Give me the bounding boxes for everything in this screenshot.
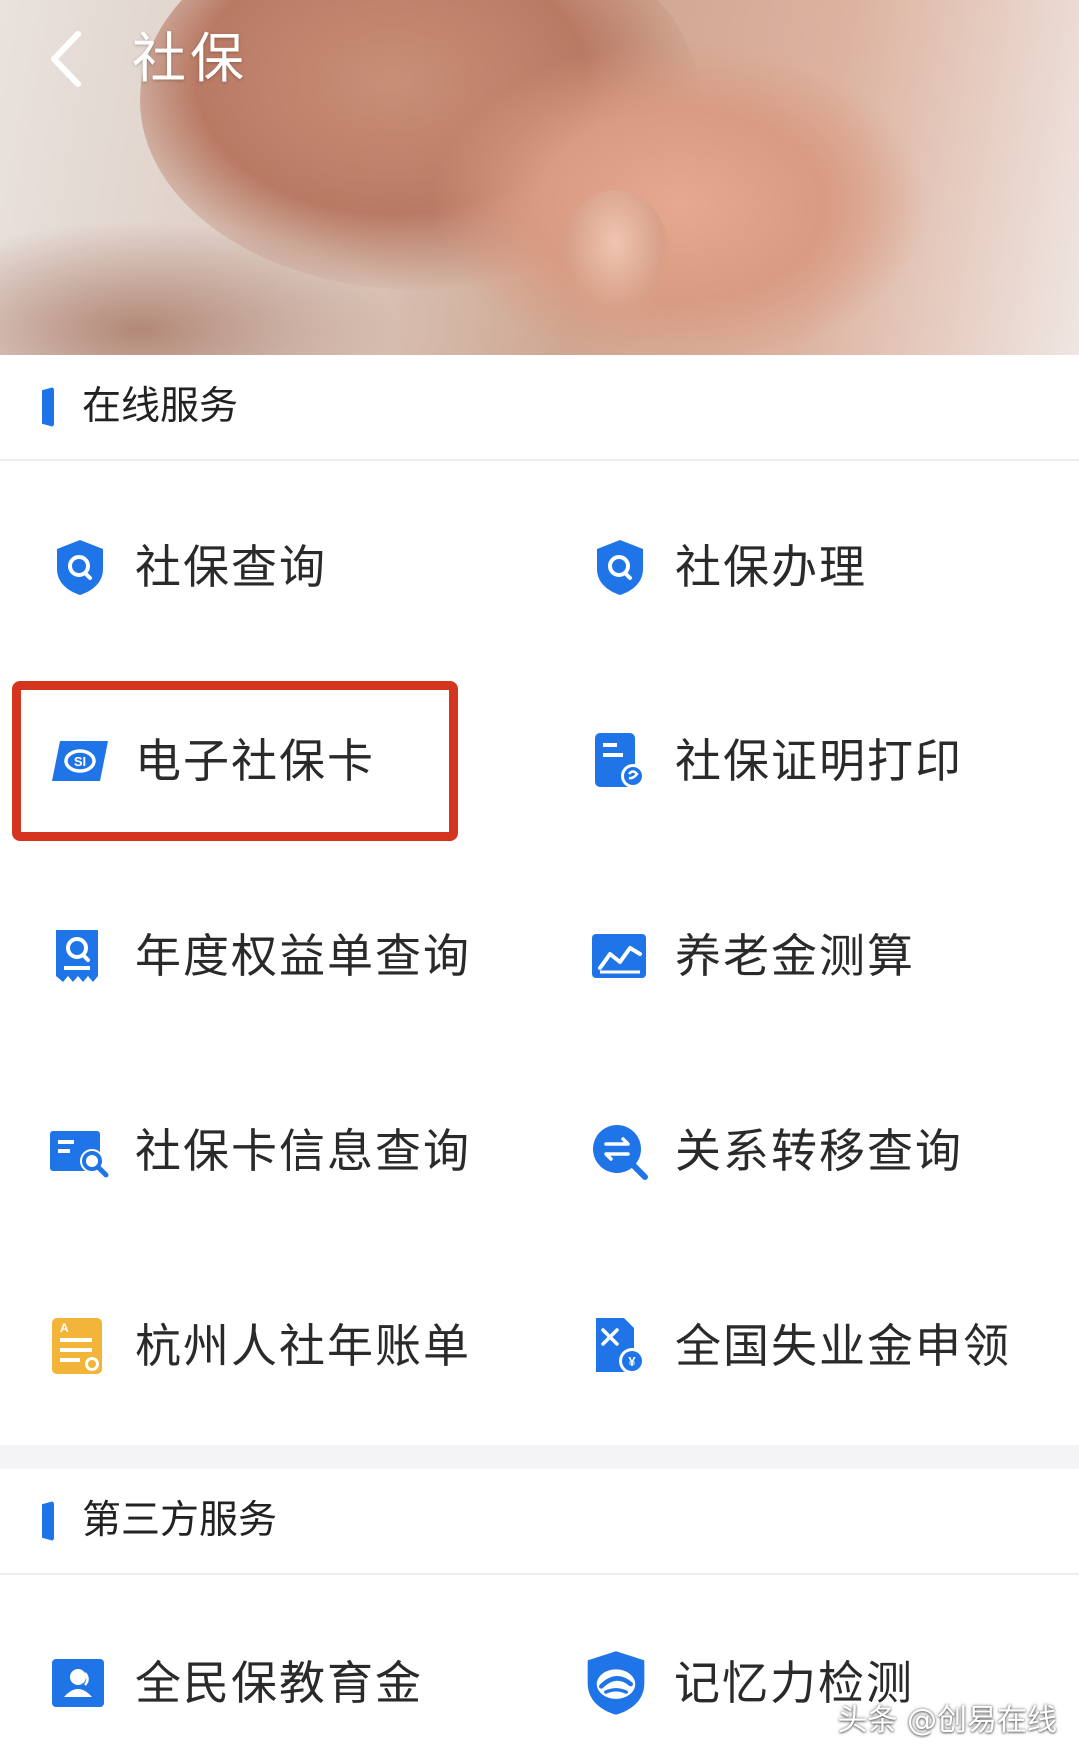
social-security-card-icon: SI: [52, 741, 108, 781]
section-divider: [0, 1445, 1079, 1469]
grid-item-social-security-query[interactable]: 社保查询: [50, 512, 490, 622]
grid-item-label: 关系转移查询: [675, 1124, 963, 1178]
grid-item-card-info-query[interactable]: 社保卡信息查询: [50, 1096, 490, 1206]
grid-item-label: 社保卡信息查询: [135, 1124, 471, 1178]
chevron-left-icon: [51, 31, 81, 87]
section-header-third-party-services: 第三方服务: [0, 1469, 1079, 1575]
shield-search-icon: [57, 540, 103, 595]
grid-item-hangzhou-annual-bill[interactable]: A 杭州人社年账单: [50, 1291, 490, 1401]
grid-item-label: 社保查询: [135, 540, 327, 594]
grid-item-social-security-handling[interactable]: 社保办理: [590, 512, 1030, 622]
section-header-online-services: 在线服务: [0, 355, 1079, 461]
grid-item-annual-rights-query[interactable]: 年度权益单查询: [50, 901, 490, 1011]
grid-item-electronic-social-security-card[interactable]: SI 电子社保卡: [50, 706, 490, 816]
transfer-search-icon: [593, 1125, 648, 1180]
page-title: 社保: [132, 27, 248, 90]
annual-bill-icon: A: [52, 1318, 102, 1374]
shield-brain-icon: [587, 1651, 645, 1715]
banner-photo-thumb: [560, 190, 670, 320]
grid-item-label: 社保办理: [675, 540, 867, 594]
svg-text:¥: ¥: [628, 1354, 636, 1369]
grid-item-unemployment-benefit-apply[interactable]: ¥ 全国失业金申领: [590, 1291, 1030, 1401]
section-title: 在线服务: [82, 384, 239, 429]
section-accent-bar: [42, 1501, 54, 1541]
svg-text:A: A: [60, 1321, 69, 1335]
grid-item-label: 全民保教育金: [135, 1656, 423, 1710]
card-search-icon: [50, 1131, 109, 1178]
grid-item-label: 社保证明打印: [675, 734, 963, 788]
section-accent-bar: [42, 387, 54, 427]
grid-item-label: 年度权益单查询: [135, 929, 471, 983]
grid-item-education-fund[interactable]: 全民保教育金: [50, 1628, 490, 1738]
line-chart-icon: [592, 934, 646, 978]
grid-item-label: 电子社保卡: [135, 734, 375, 788]
user-card-icon: [52, 1659, 104, 1707]
shield-search-icon: [597, 540, 643, 595]
grid-item-certificate-print[interactable]: 社保证明打印: [590, 706, 1030, 816]
back-button[interactable]: [40, 26, 110, 92]
grid-item-label: 杭州人社年账单: [135, 1319, 471, 1373]
grid-item-label: 养老金测算: [675, 929, 915, 983]
section-title: 第三方服务: [82, 1498, 278, 1543]
header-banner: 社保: [0, 0, 1079, 355]
svg-text:SI: SI: [74, 754, 86, 769]
certificate-print-icon: [595, 733, 645, 788]
grid-item-label: 全国失业金申领: [675, 1319, 1011, 1373]
grid-item-relation-transfer-query[interactable]: 关系转移查询: [590, 1096, 1030, 1206]
unemployment-benefit-icon: ¥: [596, 1318, 645, 1374]
grid-item-pension-calculator[interactable]: 养老金测算: [590, 901, 1030, 1011]
watermark-text: 头条 @创易在线: [837, 1703, 1057, 1738]
receipt-search-icon: [56, 930, 98, 982]
banner-photo-hand-right: [430, 40, 930, 355]
